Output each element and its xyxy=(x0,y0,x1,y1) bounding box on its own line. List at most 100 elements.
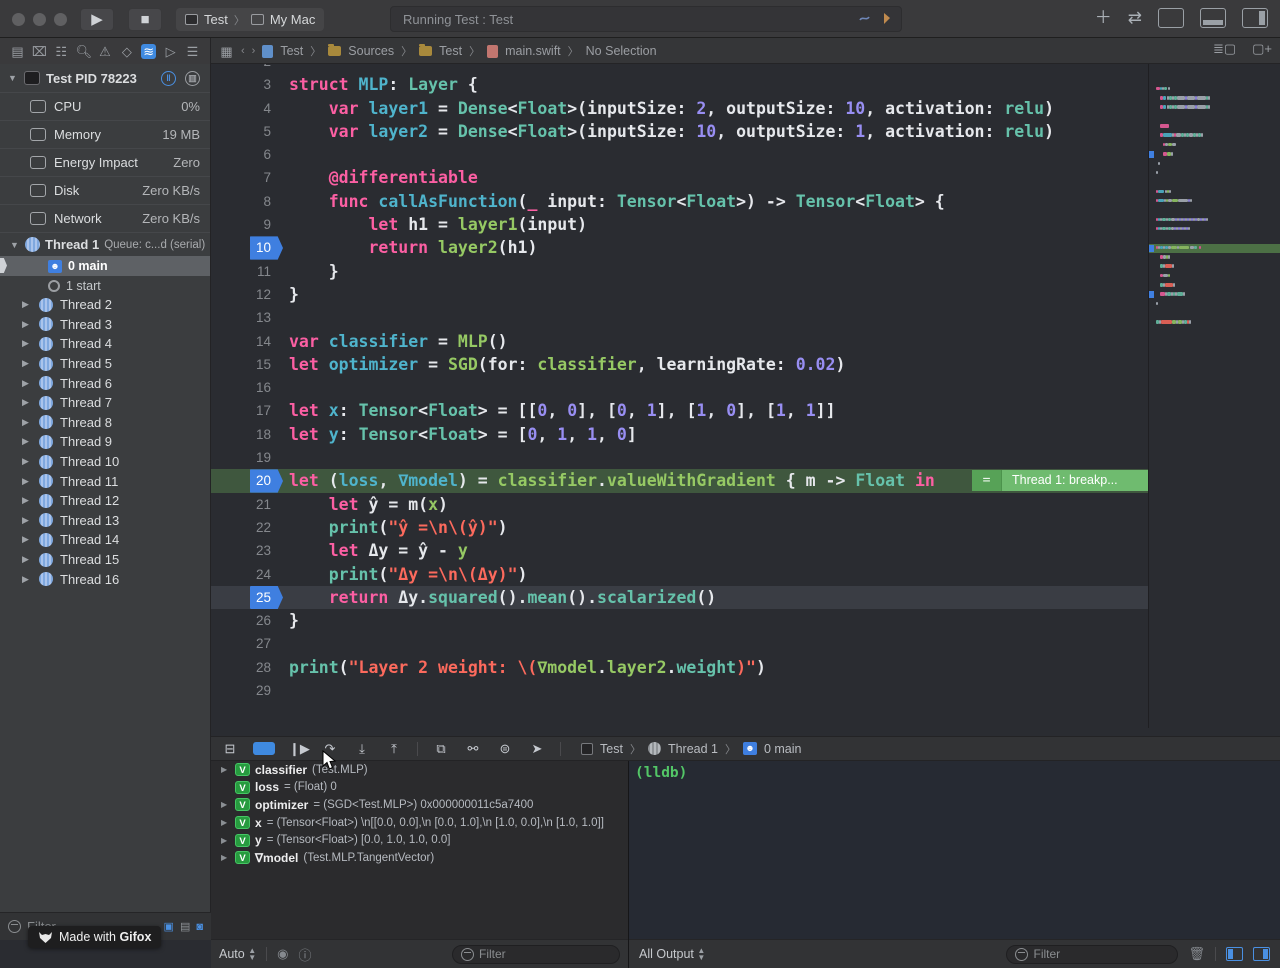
disclosure-right-icon[interactable]: ▶ xyxy=(22,397,32,408)
disclosure-right-icon[interactable]: ▶ xyxy=(22,319,32,330)
code-line[interactable]: 7 @differentiable xyxy=(211,166,1148,189)
breakpoint-hit-badge[interactable]: =Thread 1: breakp... xyxy=(972,470,1148,491)
adjust-editor-options-icon[interactable]: ≣▢ xyxy=(1213,41,1236,57)
line-number[interactable]: 29 xyxy=(241,679,271,702)
jumpbar-item[interactable]: Test xyxy=(280,44,303,58)
line-number-gutter[interactable]: 10 xyxy=(211,236,285,259)
variables-view[interactable]: ▶Vclassifier (Test.MLP)Vloss = (Float) 0… xyxy=(211,761,628,939)
show-variables-pane-icon[interactable] xyxy=(1226,947,1243,961)
breakpoints-toggle-icon[interactable] xyxy=(253,742,275,755)
line-number[interactable]: 23 xyxy=(241,539,271,562)
gauge-row-network[interactable]: NetworkZero KB/s xyxy=(0,204,210,232)
stack-frame-0-main[interactable]: ☻ 0 main xyxy=(0,256,210,276)
sidebar-item-thread-3[interactable]: ▶Thread 3 xyxy=(0,315,210,335)
show-flagged-filter-icon[interactable]: ▤ xyxy=(180,920,190,933)
line-number-gutter[interactable]: 28 xyxy=(211,656,285,679)
line-number[interactable]: 7 xyxy=(241,166,271,189)
line-number-gutter[interactable]: 27 xyxy=(211,632,285,655)
code-line[interactable]: 29 xyxy=(211,679,1148,702)
sidebar-item-thread-7[interactable]: ▶Thread 7 xyxy=(0,393,210,413)
line-number[interactable]: 21 xyxy=(241,493,271,516)
code-line[interactable]: 9 let h1 = layer1(input) xyxy=(211,213,1148,236)
variable-row-optimizer[interactable]: ▶Voptimizer = (SGD<Test.MLP>) 0x00000001… xyxy=(211,796,628,814)
variable-row-classifier[interactable]: ▶Vclassifier (Test.MLP) xyxy=(211,761,628,779)
symbol-navigator-icon[interactable]: ☷ xyxy=(54,44,69,59)
code-line[interactable]: 14var classifier = MLP() xyxy=(211,330,1148,353)
debug-navigator-icon[interactable]: ≋ xyxy=(141,44,156,59)
code-line[interactable]: 6 xyxy=(211,143,1148,166)
back-button[interactable]: ‹ xyxy=(241,45,245,57)
variable-row-y[interactable]: ▶Vy = (Tensor<Float>) [0.0, 1.0, 1.0, 0.… xyxy=(211,831,628,849)
line-number[interactable]: 14 xyxy=(241,330,271,353)
line-number-gutter[interactable]: 3 xyxy=(211,73,285,96)
breakpoint-marker[interactable]: 10 xyxy=(250,236,283,259)
line-number-gutter[interactable]: 8 xyxy=(211,190,285,213)
sidebar-item-thread-14[interactable]: ▶Thread 14 xyxy=(0,530,210,550)
line-number[interactable]: 11 xyxy=(241,260,271,283)
code-line[interactable]: 22 print("ŷ =\n\(ŷ)") xyxy=(211,516,1148,539)
disclosure-right-icon[interactable]: ▶ xyxy=(221,818,230,827)
code-line[interactable]: 27 xyxy=(211,632,1148,655)
close-window-button[interactable] xyxy=(12,13,25,26)
code-line[interactable]: 23 let Δy = ŷ - y xyxy=(211,539,1148,562)
report-navigator-icon[interactable]: ☰ xyxy=(185,44,200,59)
code-line[interactable]: 28print("Layer 2 weight: \(∇model.layer2… xyxy=(211,656,1148,679)
sidebar-item-thread-9[interactable]: ▶Thread 9 xyxy=(0,432,210,452)
pause-process-icon[interactable]: ‖ xyxy=(161,71,176,86)
sidebar-item-thread-4[interactable]: ▶Thread 4 xyxy=(0,334,210,354)
sidebar-item-thread-12[interactable]: ▶Thread 12 xyxy=(0,491,210,511)
code-line[interactable]: 11 } xyxy=(211,260,1148,283)
variables-scope-select[interactable]: Auto ▲▼ xyxy=(219,947,256,962)
code-review-button[interactable]: ⇄ xyxy=(1128,8,1142,28)
process-row[interactable]: ▼ Test PID 78223 ‖ ▥ xyxy=(0,64,210,92)
line-number[interactable]: 17 xyxy=(241,399,271,422)
line-number[interactable]: 12 xyxy=(241,283,271,306)
code-line[interactable]: 15let optimizer = SGD(for: classifier, l… xyxy=(211,353,1148,376)
disclosure-right-icon[interactable]: ▶ xyxy=(22,534,32,545)
info-icon[interactable]: ⓘ xyxy=(298,945,311,964)
disclosure-right-icon[interactable]: ▶ xyxy=(22,476,32,487)
source-control-navigator-icon[interactable]: ⌧ xyxy=(32,44,47,59)
variable-row-loss[interactable]: Vloss = (Float) 0 xyxy=(211,779,628,797)
line-number[interactable]: 3 xyxy=(241,73,271,96)
line-number[interactable]: 27 xyxy=(241,632,271,655)
source-editor[interactable]: 23struct MLP: Layer {4 var layer1 = Dens… xyxy=(211,64,1148,728)
show-crashed-filter-icon[interactable]: ▣ xyxy=(164,920,174,933)
code-line[interactable]: 16 xyxy=(211,376,1148,399)
quick-look-icon[interactable]: ◉ xyxy=(277,946,288,962)
line-number-gutter[interactable]: 15 xyxy=(211,353,285,376)
disclosure-right-icon[interactable]: ▶ xyxy=(221,853,230,862)
disclosure-right-icon[interactable]: ▶ xyxy=(221,765,230,774)
line-number-gutter[interactable]: 25 xyxy=(211,586,285,609)
line-number[interactable]: 22 xyxy=(241,516,271,539)
show-running-filter-icon[interactable]: ◙ xyxy=(196,921,203,933)
code-line[interactable]: 2 xyxy=(211,64,1148,73)
debug-jump-item[interactable]: 0 main xyxy=(764,742,802,756)
line-number-gutter[interactable]: 13 xyxy=(211,306,285,329)
sidebar-item-thread-2[interactable]: ▶Thread 2 xyxy=(0,295,210,315)
debug-memory-graph-icon[interactable]: ⚯ xyxy=(464,741,482,757)
line-number-gutter[interactable]: 29 xyxy=(211,679,285,702)
code-line[interactable]: 21 let ŷ = m(x) xyxy=(211,493,1148,516)
minimize-window-button[interactable] xyxy=(33,13,46,26)
line-number-gutter[interactable]: 24 xyxy=(211,563,285,586)
line-number[interactable]: 24 xyxy=(241,563,271,586)
line-number-gutter[interactable]: 12 xyxy=(211,283,285,306)
trash-icon[interactable]: 🗑︎ xyxy=(1188,946,1205,962)
line-number-gutter[interactable]: 18 xyxy=(211,423,285,446)
code-line[interactable]: 26} xyxy=(211,609,1148,632)
forward-button[interactable]: › xyxy=(252,45,256,57)
code-line[interactable]: 25 return Δy.squared().mean().scalarized… xyxy=(211,586,1148,609)
sidebar-item-thread-15[interactable]: ▶Thread 15 xyxy=(0,550,210,570)
sidebar-item-thread-10[interactable]: ▶Thread 10 xyxy=(0,452,210,472)
line-number-gutter[interactable]: 16 xyxy=(211,376,285,399)
stack-frame-1-start[interactable]: 1 start xyxy=(0,276,210,295)
simulate-location-icon[interactable]: ➤ xyxy=(528,741,546,757)
sidebar-item-thread-8[interactable]: ▶Thread 8 xyxy=(0,413,210,433)
related-items-icon[interactable]: ▦ xyxy=(219,44,234,59)
code-line[interactable]: 17let x: Tensor<Float> = [[0, 0], [0, 1]… xyxy=(211,399,1148,422)
code-line[interactable]: 19 xyxy=(211,446,1148,469)
disclosure-right-icon[interactable]: ▶ xyxy=(22,574,32,585)
line-number[interactable]: 13 xyxy=(241,306,271,329)
line-number-gutter[interactable]: 17 xyxy=(211,399,285,422)
